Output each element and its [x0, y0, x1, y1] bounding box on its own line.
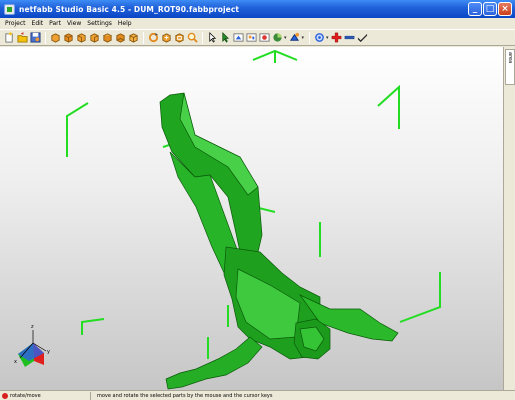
toolbar-separator [45, 31, 46, 44]
toolbar: ▾ ▾ ▾ [0, 29, 515, 46]
status-separator [90, 391, 91, 400]
box-left-icon[interactable] [75, 32, 87, 44]
add-icon[interactable] [331, 32, 343, 44]
window-title: netfabb Studio Basic 4.5 - DUM_ROT90.fab… [19, 4, 240, 14]
box-front-icon[interactable] [49, 32, 61, 44]
menu-edit[interactable]: Edit [29, 20, 47, 27]
bracket-bottom-left [81, 318, 105, 335]
maximize-button[interactable]: □ [483, 2, 497, 16]
axis-orientation-widget[interactable]: z y x [14, 324, 50, 367]
window-controls: _ □ × [468, 2, 512, 16]
save-project-icon[interactable] [29, 32, 41, 44]
menu-part[interactable]: Part [46, 20, 64, 27]
axis-x-label: x [14, 359, 17, 365]
shading-icon[interactable] [271, 32, 283, 44]
menu-help[interactable]: Help [115, 20, 135, 27]
axis-y-label: y [47, 349, 50, 355]
remove-icon[interactable] [344, 32, 356, 44]
status-mode: rotate/move [10, 392, 41, 399]
3d-viewport[interactable]: z y x [0, 47, 503, 390]
3d-model-figure[interactable] [159, 92, 399, 390]
bracket-top-right [377, 84, 400, 129]
close-button[interactable]: × [498, 2, 512, 16]
measure-icon[interactable] [289, 32, 301, 44]
menu-settings[interactable]: Settings [84, 20, 115, 27]
open-project-icon[interactable] [16, 32, 28, 44]
toolbar-separator [202, 31, 203, 44]
bracket-top-left [66, 102, 89, 157]
repair-icon[interactable] [258, 32, 270, 44]
box-back-icon[interactable] [62, 32, 74, 44]
toolbar-separator [143, 31, 144, 44]
zoom-box-icon[interactable] [173, 32, 185, 44]
shading-dropdown-arrow[interactable]: ▾ [284, 35, 287, 41]
minimize-button[interactable]: _ [468, 2, 482, 16]
scene-canvas[interactable]: z y x [0, 47, 503, 390]
menu-bar: Project Edit Part View Settings Help [0, 18, 515, 29]
box-bottom-icon[interactable] [114, 32, 126, 44]
rotate-move-icon[interactable] [219, 32, 231, 44]
model-arm-left[interactable] [165, 336, 263, 390]
title-bar: netfabb Studio Basic 4.5 - DUM_ROT90.fab… [0, 0, 515, 18]
select-pointer-icon[interactable] [206, 32, 218, 44]
menu-project[interactable]: Project [2, 20, 29, 27]
context-panel: Context area [503, 47, 515, 390]
lens-dropdown-arrow[interactable]: ▾ [326, 35, 329, 41]
rotate-view-icon[interactable] [147, 32, 159, 44]
status-hint: move and rotate the selected parts by th… [97, 392, 273, 399]
box-iso-icon[interactable] [127, 32, 139, 44]
context-area-label: Context area [507, 52, 515, 72]
status-stop-icon [2, 392, 8, 399]
status-bar: rotate/move move and rotate the selected… [0, 390, 515, 400]
bracket-bottom-right [399, 272, 441, 323]
box-top-icon[interactable] [101, 32, 113, 44]
menu-view[interactable]: View [64, 20, 84, 27]
new-project-icon[interactable] [3, 32, 15, 44]
lens-icon[interactable] [313, 32, 325, 44]
box-right-icon[interactable] [88, 32, 100, 44]
measure-dropdown-arrow[interactable]: ▾ [302, 35, 305, 41]
pan-view-icon[interactable] [160, 32, 172, 44]
apply-check-icon[interactable] [357, 32, 369, 44]
fit-parts-icon[interactable] [232, 32, 244, 44]
arrange-parts-icon[interactable] [245, 32, 257, 44]
app-icon [4, 3, 15, 15]
axis-z-label: z [31, 324, 34, 330]
context-area-tab[interactable]: Context area [505, 49, 515, 85]
zoom-icon[interactable] [186, 32, 198, 44]
toolbar-separator [309, 31, 311, 44]
